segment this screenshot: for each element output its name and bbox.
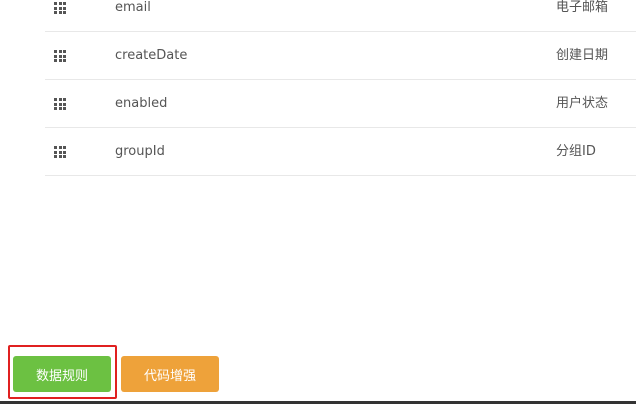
drag-handle-icon[interactable] bbox=[54, 2, 66, 14]
field-label: 用户状态 bbox=[556, 96, 609, 111]
code-enhance-button[interactable]: 代码增强 bbox=[121, 356, 219, 392]
field-name: groupId bbox=[115, 144, 165, 159]
data-rules-button[interactable]: 数据规则 bbox=[13, 356, 111, 392]
drag-handle-icon[interactable] bbox=[54, 98, 66, 110]
field-row-email: email 电子邮箱 bbox=[45, 0, 636, 32]
drag-handle-icon[interactable] bbox=[54, 50, 66, 62]
field-row-enabled: enabled 用户状态 bbox=[45, 80, 636, 128]
field-name: createDate bbox=[115, 48, 188, 63]
field-name: email bbox=[115, 0, 151, 15]
field-name: enabled bbox=[115, 96, 168, 111]
field-label: 分组ID bbox=[556, 144, 596, 159]
field-config-page: email 电子邮箱 createDate 创建日期 enabled 用户状态 … bbox=[0, 0, 636, 404]
field-label: 电子邮箱 bbox=[556, 0, 609, 15]
field-row-groupId: groupId 分组ID bbox=[45, 128, 636, 176]
drag-handle-icon[interactable] bbox=[54, 146, 66, 158]
field-list: email 电子邮箱 createDate 创建日期 enabled 用户状态 … bbox=[45, 0, 636, 176]
field-row-createDate: createDate 创建日期 bbox=[45, 32, 636, 80]
field-label: 创建日期 bbox=[556, 48, 609, 63]
